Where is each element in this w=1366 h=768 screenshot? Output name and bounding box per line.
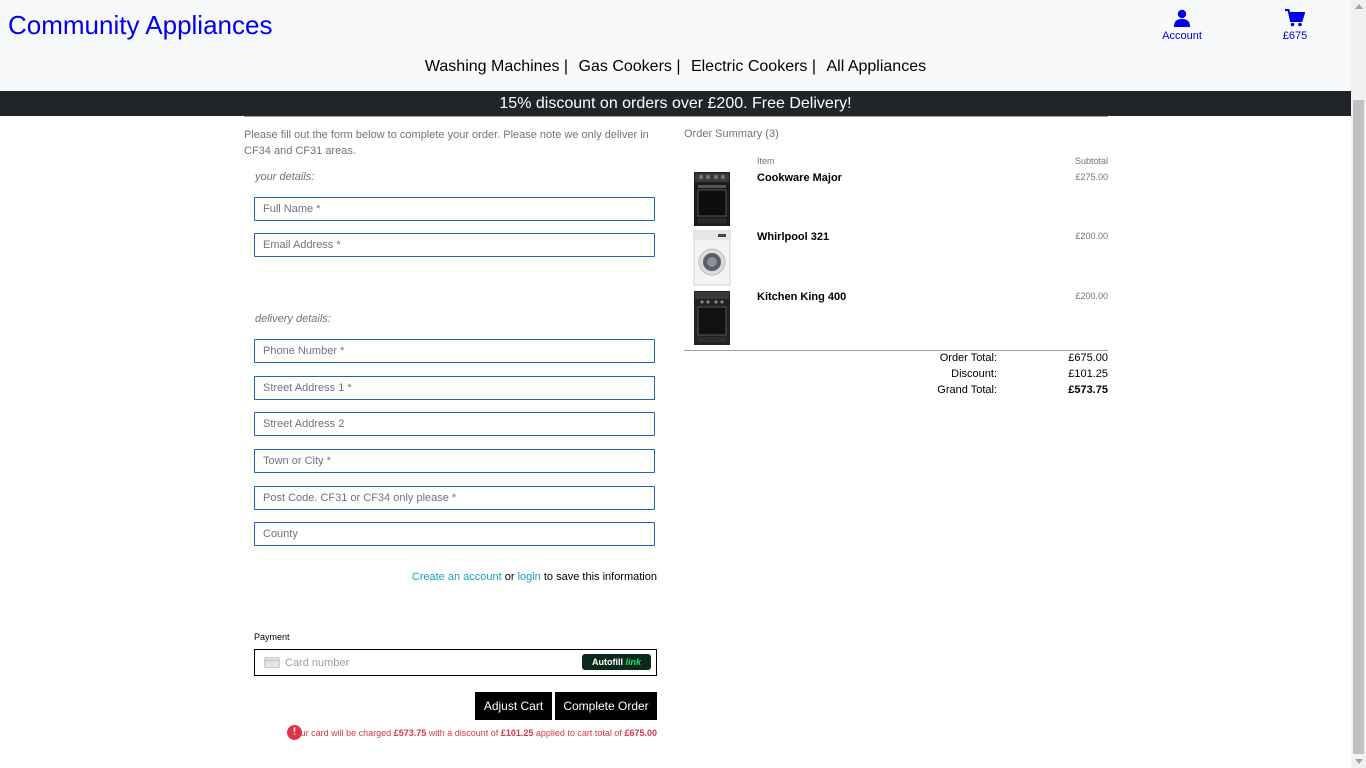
credit-card-icon bbox=[264, 657, 280, 668]
town-field[interactable]: Town or City * bbox=[254, 449, 655, 473]
site-header: Community Appliances Account £675 Washin… bbox=[0, 0, 1351, 91]
vertical-scrollbar[interactable] bbox=[1351, 0, 1366, 768]
form-intro: Please fill out the form below to comple… bbox=[244, 129, 649, 157]
page: Community Appliances Account £675 Washin… bbox=[0, 0, 1351, 768]
cart-total: £675 bbox=[1282, 30, 1308, 42]
your-details-legend: your details: bbox=[255, 171, 315, 183]
save-suffix-text: to save this information bbox=[543, 571, 657, 583]
or-text: or bbox=[504, 571, 515, 583]
scroll-up-arrow-icon[interactable] bbox=[1355, 4, 1363, 9]
nav-electric-cookers[interactable]: Electric Cookers | bbox=[691, 58, 816, 75]
line-item-price: £200.00 bbox=[1075, 291, 1108, 301]
discount-banner: 15% discount on orders over £200. Free D… bbox=[0, 91, 1351, 116]
create-account-link[interactable]: Create an account bbox=[412, 571, 502, 583]
nav-washing-machines[interactable]: Washing Machines | bbox=[425, 58, 568, 75]
grand-total-value: £573.75 bbox=[1068, 384, 1108, 396]
order-total-label: Order Total: bbox=[939, 352, 997, 364]
warning-total: £675.00 bbox=[624, 728, 657, 738]
warning-text-3: applied to cart total of bbox=[535, 728, 622, 738]
main-nav: Washing Machines | Gas Cookers | Electri… bbox=[0, 58, 1351, 76]
user-icon bbox=[1174, 9, 1190, 27]
save-info-note: Create an account or login to save this … bbox=[254, 571, 657, 583]
street-address-2-field[interactable]: Street Address 2 bbox=[254, 412, 655, 436]
discount-label: Discount: bbox=[951, 368, 997, 380]
warning-text-1: your card will be charged bbox=[291, 728, 392, 738]
line-item-price: £275.00 bbox=[1075, 172, 1108, 182]
county-field[interactable]: County bbox=[254, 522, 655, 546]
washing-machine-icon bbox=[693, 230, 731, 286]
autofill-link-text: link bbox=[625, 657, 642, 667]
line-item-name[interactable]: Kitchen King 400 bbox=[757, 291, 846, 303]
order-summary-title: Order Summary (3) bbox=[684, 128, 779, 140]
line-item: Whirlpool 321 £200.00 bbox=[684, 229, 1108, 287]
scroll-down-arrow-icon[interactable] bbox=[1355, 759, 1363, 764]
charge-warning: your card will be charged £573.75 with a… bbox=[286, 726, 657, 740]
discount-value: £101.25 bbox=[1068, 368, 1108, 380]
divider bbox=[244, 116, 1108, 117]
nav-gas-cookers[interactable]: Gas Cookers | bbox=[579, 58, 681, 75]
brand-logo-link[interactable]: Community Appliances bbox=[8, 10, 272, 41]
shopping-cart-icon bbox=[1285, 9, 1305, 27]
autofill-link-button[interactable]: Autofill link bbox=[582, 654, 651, 670]
line-item-name[interactable]: Cookware Major bbox=[757, 172, 842, 184]
warning-text-2: with a discount of bbox=[428, 728, 499, 738]
card-number-field[interactable]: Card number Autofill link bbox=[254, 649, 657, 676]
warning-discount: £101.25 bbox=[500, 728, 534, 738]
phone-field[interactable]: Phone Number * bbox=[254, 339, 655, 363]
cooker-icon bbox=[694, 291, 730, 345]
cooker-icon bbox=[694, 172, 730, 226]
postcode-field[interactable]: Post Code. CF31 or CF34 only please * bbox=[254, 486, 655, 510]
complete-order-button[interactable]: Complete Order bbox=[555, 692, 657, 720]
street-address-1-field[interactable]: Street Address 1 * bbox=[254, 376, 655, 400]
column-header-item: Item bbox=[757, 156, 775, 166]
email-field[interactable]: Email Address * bbox=[254, 233, 655, 257]
line-item-name[interactable]: Whirlpool 321 bbox=[757, 231, 829, 243]
scrollbar-thumb[interactable] bbox=[1353, 100, 1364, 754]
line-item: Kitchen King 400 £200.00 bbox=[684, 289, 1108, 347]
account-label: Account bbox=[1162, 30, 1202, 42]
order-total-value: £675.00 bbox=[1068, 352, 1108, 364]
warning-charge: £573.75 bbox=[393, 728, 427, 738]
grand-total-label: Grand Total: bbox=[937, 384, 997, 396]
column-header-subtotal: Subtotal bbox=[1074, 156, 1108, 166]
cart-link[interactable]: £675 bbox=[1272, 9, 1318, 42]
account-link[interactable]: Account bbox=[1155, 9, 1209, 42]
full-name-field[interactable]: Full Name * bbox=[254, 197, 655, 221]
line-item: Cookware Major £275.00 bbox=[684, 170, 1108, 228]
summary-divider bbox=[684, 350, 1108, 351]
payment-label: Payment bbox=[254, 632, 290, 642]
adjust-cart-button[interactable]: Adjust Cart bbox=[475, 692, 552, 720]
nav-all-appliances[interactable]: All Appliances bbox=[826, 58, 926, 75]
autofill-text: Autofill bbox=[591, 657, 623, 667]
line-item-price: £200.00 bbox=[1075, 231, 1108, 241]
card-number-placeholder: Card number bbox=[285, 657, 350, 669]
login-link[interactable]: login bbox=[518, 571, 541, 583]
delivery-details-legend: delivery details: bbox=[255, 313, 331, 325]
